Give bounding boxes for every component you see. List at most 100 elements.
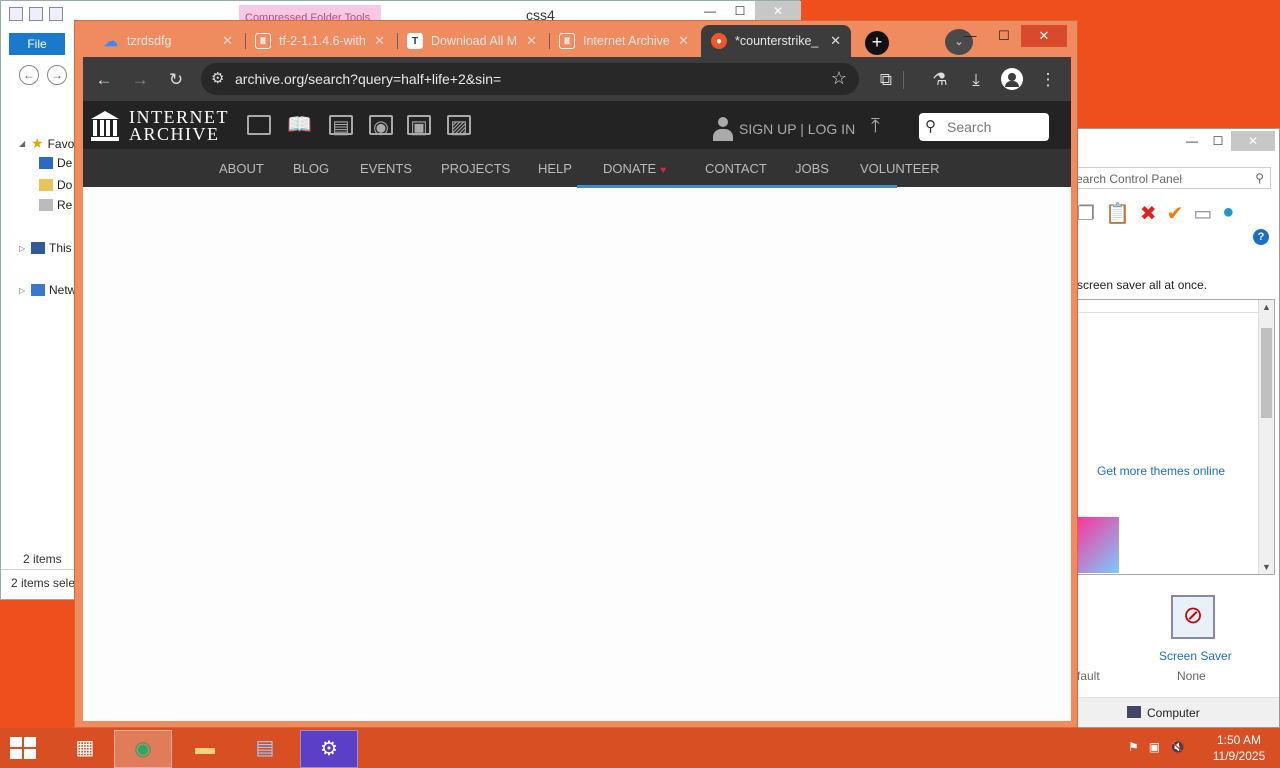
nav-volunteer[interactable]: VOLUNTEER [860, 161, 939, 176]
close-tab-icon[interactable]: ✕ [374, 33, 385, 49]
scroll-up-icon[interactable]: ▲ [1259, 302, 1274, 312]
reload-icon[interactable]: ↻ [165, 69, 187, 91]
back-icon[interactable]: ← [93, 69, 115, 91]
nav-events[interactable]: EVENTS [360, 161, 412, 176]
scroll-down-icon[interactable]: ▼ [1259, 562, 1274, 572]
tree-this-pc[interactable]: ▷ This [19, 241, 72, 255]
browser-app-icon[interactable]: ◉ [114, 730, 172, 768]
audio-speaker-icon[interactable]: ◉ [369, 115, 393, 137]
extensions-icon[interactable]: ⧉ [875, 69, 897, 91]
site-settings-icon[interactable]: ⚙ [211, 69, 224, 87]
search-icon[interactable]: ⚲ [1255, 171, 1264, 185]
volume-muted-icon[interactable]: 🔇 [1170, 740, 1185, 754]
close-button[interactable]: ✕ [755, 1, 801, 21]
close-button[interactable]: ✕ [1021, 25, 1067, 47]
tab-internet-archive[interactable]: Ⅲ Internet Archive ✕ [549, 25, 699, 57]
action-center-flag-icon[interactable]: ⚑ [1128, 740, 1139, 754]
labs-flask-icon[interactable]: ⚗ [929, 69, 951, 91]
nav-help[interactable]: HELP [538, 161, 572, 176]
ia-search-input[interactable]: ⚲ Search [919, 113, 1049, 141]
url-text[interactable]: archive.org/search?query=half+life+2&sin… [235, 71, 501, 87]
file-explorer-icon[interactable]: ▬ [176, 730, 234, 768]
status-item-count: 2 items [23, 552, 62, 566]
tree-network[interactable]: ▷ Netw [19, 283, 76, 297]
rename-icon[interactable]: ▭ [1193, 201, 1212, 226]
tree-label: Favo [47, 136, 75, 151]
nav-about[interactable]: ABOUT [219, 161, 264, 176]
globe-icon[interactable]: ● [1222, 201, 1234, 226]
minimize-button[interactable]: — [953, 25, 987, 47]
ia-wordmark[interactable]: INTERNET ARCHIVE [129, 108, 229, 143]
screen-saver-icon[interactable]: ⊘ [1171, 595, 1215, 639]
images-icon[interactable]: ▨ [447, 115, 471, 137]
qat-dropdown-icon[interactable] [49, 7, 63, 21]
new-tab-button[interactable]: + [865, 31, 889, 55]
downloads-icon[interactable]: ⤓ [965, 69, 987, 91]
taskbar-clock[interactable]: 1:50 AM 11/9/2025 [1204, 732, 1274, 764]
themes-scrollbar[interactable]: ▲ ▼ [1258, 300, 1274, 574]
nav-jobs[interactable]: JOBS [795, 161, 829, 176]
control-panel-search-input[interactable]: earch Control Panel ⚲ [1071, 167, 1271, 189]
bookmark-star-icon[interactable]: ☆ [831, 68, 847, 89]
close-tab-icon[interactable]: ✕ [526, 33, 537, 49]
close-tab-icon[interactable]: ✕ [222, 33, 233, 49]
close-tab-icon[interactable]: ✕ [830, 33, 841, 49]
copy-icon[interactable]: ❐ [1077, 201, 1095, 226]
help-icon[interactable]: ? [1253, 229, 1269, 245]
new-folder-icon[interactable] [29, 7, 43, 21]
close-button[interactable]: ✕ [1231, 131, 1275, 151]
software-floppy-icon[interactable]: ▣ [407, 115, 431, 137]
control-panel-icon[interactable]: ▤ [236, 730, 294, 768]
back-icon[interactable]: ← [19, 65, 39, 85]
footer-label: Computer [1147, 706, 1200, 720]
web-icon[interactable] [247, 115, 271, 135]
settings-gear-icon[interactable]: ⚙ [300, 730, 358, 768]
winrar-icon[interactable]: ▦ [56, 730, 114, 768]
profile-avatar-icon[interactable] [1001, 68, 1023, 90]
star-icon: ★ [31, 135, 44, 151]
expand-icon[interactable]: ▷ [19, 244, 27, 253]
nav-blog[interactable]: BLOG [293, 161, 329, 176]
scroll-thumb[interactable] [1261, 328, 1272, 418]
tree-downloads[interactable]: Do [39, 178, 72, 192]
checkmark-icon[interactable]: ✔ [1167, 201, 1184, 226]
texts-book-icon[interactable]: 📖 [287, 115, 312, 135]
theme-thumbnail[interactable] [1077, 517, 1119, 573]
delete-icon[interactable]: ✖ [1140, 201, 1157, 226]
file-tab[interactable]: File [9, 33, 65, 55]
nav-donate[interactable]: DONATE ♥ [603, 161, 666, 176]
paste-icon[interactable]: 📋 [1105, 201, 1130, 226]
minimize-button[interactable]: — [695, 1, 725, 21]
menu-kebab-icon[interactable]: ⋮ [1037, 69, 1059, 91]
tree-recent[interactable]: Re [39, 198, 72, 212]
minimize-button[interactable]: — [1179, 131, 1205, 151]
expand-icon[interactable]: ▷ [19, 286, 27, 295]
tree-favorites[interactable]: ◢ ★ Favo [19, 135, 74, 152]
network-icon[interactable]: ▣ [1149, 740, 1160, 754]
properties-icon[interactable] [9, 7, 23, 21]
get-more-themes-link[interactable]: Get more themes online [1097, 464, 1225, 478]
video-film-icon[interactable]: ▤ [329, 115, 353, 137]
tab-tzrdsdfg[interactable]: ☁ tzrdsdfg ✕ [93, 25, 243, 57]
tree-desktop[interactable]: De [39, 156, 72, 170]
close-tab-icon[interactable]: ✕ [678, 33, 689, 49]
expand-icon[interactable]: ◢ [19, 139, 27, 148]
maximize-button[interactable]: ☐ [725, 1, 755, 21]
forward-icon[interactable]: → [47, 65, 67, 85]
forward-icon[interactable]: → [129, 69, 151, 91]
tab-download-all[interactable]: T Download All M ✕ [397, 25, 547, 57]
signup-login-link[interactable]: SIGN UP | LOG IN [713, 117, 855, 141]
address-bar[interactable]: ⚙ archive.org/search?query=half+life+2&s… [201, 63, 859, 95]
nav-contact[interactable]: CONTACT [705, 161, 767, 176]
tab-counterstrike[interactable]: ● *counterstrike_ ✕ [701, 25, 851, 57]
windows-start-icon[interactable] [10, 737, 38, 761]
nav-donate-label: DONATE [603, 161, 657, 176]
nav-projects[interactable]: PROJECTS [441, 161, 510, 176]
maximize-button[interactable]: ☐ [987, 25, 1021, 47]
ia-logo-icon[interactable] [91, 111, 119, 141]
upload-icon[interactable]: ⤒ [871, 115, 880, 138]
browser-window: ☁ tzrdsdfg ✕ Ⅲ tf-2-1.1.4.6-with ✕ T Dow… [74, 20, 1078, 728]
maximize-button[interactable]: ☐ [1205, 131, 1231, 151]
tab-tf-2[interactable]: Ⅲ tf-2-1.1.4.6-with ✕ [245, 25, 395, 57]
screen-saver-link[interactable]: Screen Saver [1159, 649, 1232, 663]
